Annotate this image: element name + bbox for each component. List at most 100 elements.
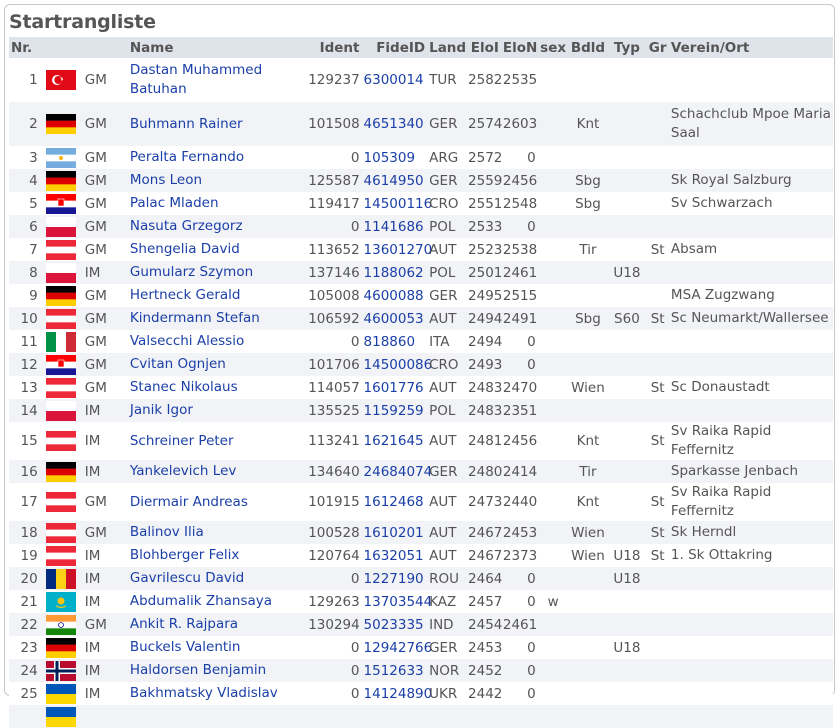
fide-id-link-text[interactable]: 1621645 bbox=[364, 433, 424, 449]
player-name-link[interactable]: Hertneck Gerald bbox=[127, 284, 307, 307]
fide-id-link-text[interactable]: 1601776 bbox=[364, 380, 424, 396]
fide-id-link[interactable]: 1632051 bbox=[361, 544, 428, 567]
fide-id-link-text[interactable]: 4614950 bbox=[364, 173, 424, 189]
player-name-link-text[interactable]: Kindermann Stefan bbox=[130, 310, 260, 326]
player-name-link[interactable]: Blohberger Felix bbox=[127, 544, 307, 567]
fide-id-link[interactable]: 14500116 bbox=[361, 192, 432, 215]
col-nr[interactable]: Nr. bbox=[9, 37, 40, 58]
player-name-link-text[interactable]: Gumularz Szymon bbox=[130, 264, 253, 280]
player-name-link[interactable]: Mons Leon bbox=[127, 169, 307, 192]
fide-id-link[interactable]: 12942766 bbox=[361, 636, 432, 659]
player-name-link-text[interactable]: Abdumalik Zhansaya bbox=[130, 593, 272, 609]
player-name-link[interactable]: Gavrilescu David bbox=[127, 567, 307, 590]
player-name-link[interactable]: Yankelevich Lev bbox=[127, 460, 307, 483]
fide-id-link[interactable]: 4651340 bbox=[361, 102, 428, 146]
player-name-link-text[interactable]: Peralta Fernando bbox=[130, 149, 244, 165]
fide-id-link[interactable]: 6300014 bbox=[361, 58, 428, 102]
fide-id-link-text[interactable]: 1227190 bbox=[364, 571, 424, 587]
player-name-link-text[interactable]: Buhmann Rainer bbox=[130, 116, 243, 132]
player-name-link[interactable] bbox=[127, 705, 307, 728]
player-name-link[interactable]: Balinov Ilia bbox=[127, 521, 307, 544]
fide-id-link[interactable]: 818860 bbox=[361, 330, 428, 353]
player-name-link[interactable]: Dastan Muhammed Batuhan bbox=[127, 58, 307, 102]
fide-id-link-text[interactable]: 13703544 bbox=[364, 594, 433, 610]
player-name-link[interactable]: Haldorsen Benjamin bbox=[127, 659, 307, 682]
fide-id-link[interactable]: 1141686 bbox=[361, 215, 428, 238]
fide-id-link[interactable]: 1610201 bbox=[361, 521, 428, 544]
player-name-link[interactable]: Cvitan Ognjen bbox=[127, 353, 307, 376]
player-name-link-text[interactable]: Buckels Valentin bbox=[130, 639, 241, 655]
col-gr[interactable]: Gr bbox=[646, 37, 669, 58]
fide-id-link[interactable]: 105309 bbox=[361, 146, 428, 169]
player-name-link-text[interactable]: Mons Leon bbox=[130, 172, 202, 188]
fide-id-link-text[interactable]: 1159259 bbox=[364, 403, 424, 419]
player-name-link[interactable]: Buckels Valentin bbox=[127, 636, 307, 659]
player-name-link[interactable]: Shengelia David bbox=[127, 238, 307, 261]
player-name-link-text[interactable]: Haldorsen Benjamin bbox=[130, 662, 266, 678]
fide-id-link[interactable]: 4600053 bbox=[361, 307, 428, 330]
player-name-link[interactable]: Gumularz Szymon bbox=[127, 261, 307, 284]
fide-id-link-text[interactable]: 4651340 bbox=[364, 116, 424, 132]
fide-id-link-text[interactable]: 1610201 bbox=[364, 525, 424, 541]
fide-id-link[interactable]: 4600088 bbox=[361, 284, 428, 307]
fide-id-link-text[interactable]: 13601270 bbox=[364, 242, 433, 258]
fide-id-link-text[interactable]: 24684074 bbox=[364, 464, 433, 480]
col-sex[interactable]: sex bbox=[537, 37, 569, 58]
player-name-link-text[interactable]: Balinov Ilia bbox=[130, 524, 204, 540]
player-name-link-text[interactable]: Cvitan Ognjen bbox=[130, 356, 226, 372]
fide-id-link-text[interactable]: 4600053 bbox=[364, 311, 424, 327]
player-name-link-text[interactable]: Bakhmatsky Vladislav bbox=[130, 685, 278, 701]
fide-id-link[interactable]: 1612468 bbox=[361, 483, 428, 521]
player-name-link-text[interactable]: Diermair Andreas bbox=[130, 494, 248, 510]
player-name-link[interactable]: Abdumalik Zhansaya bbox=[127, 590, 307, 613]
fide-id-link[interactable]: 13703544 bbox=[361, 590, 432, 613]
col-verein[interactable]: Verein/Ort bbox=[668, 37, 833, 58]
fide-id-link-text[interactable]: 1188062 bbox=[364, 265, 424, 281]
player-name-link-text[interactable]: Schreiner Peter bbox=[130, 433, 234, 449]
player-name-link[interactable]: Janik Igor bbox=[127, 399, 307, 422]
col-elon[interactable]: EloN bbox=[500, 37, 538, 58]
fide-id-link[interactable]: 4614950 bbox=[361, 169, 428, 192]
player-name-link[interactable]: Peralta Fernando bbox=[127, 146, 307, 169]
player-name-link[interactable]: Valsecchi Alessio bbox=[127, 330, 307, 353]
player-name-link[interactable]: Ankit R. Rajpara bbox=[127, 613, 307, 636]
fide-id-link[interactable]: 24684074 bbox=[361, 460, 432, 483]
fide-id-link[interactable]: 13601270 bbox=[361, 238, 432, 261]
fide-id-link[interactable]: 1188062 bbox=[361, 261, 428, 284]
player-name-link[interactable]: Palac Mladen bbox=[127, 192, 307, 215]
fide-id-link-text[interactable]: 6300014 bbox=[364, 72, 424, 88]
fide-id-link[interactable]: 1621645 bbox=[361, 422, 428, 460]
fide-id-link[interactable]: 1227190 bbox=[361, 567, 428, 590]
col-ident[interactable]: Ident bbox=[306, 37, 362, 58]
player-name-link-text[interactable]: Gavrilescu David bbox=[130, 570, 244, 586]
fide-id-link[interactable] bbox=[361, 705, 428, 728]
player-name-link-text[interactable]: Valsecchi Alessio bbox=[130, 333, 244, 349]
col-bdld[interactable]: Bdld bbox=[568, 37, 608, 58]
col-name[interactable]: Name bbox=[127, 37, 307, 58]
col-land[interactable]: Land bbox=[427, 37, 466, 58]
fide-id-link-text[interactable]: 14500086 bbox=[364, 357, 433, 373]
player-name-link-text[interactable]: Dastan Muhammed Batuhan bbox=[130, 62, 262, 97]
fide-id-link-text[interactable]: 105309 bbox=[364, 150, 416, 166]
player-name-link[interactable]: Schreiner Peter bbox=[127, 422, 307, 460]
player-name-link-text[interactable]: Shengelia David bbox=[130, 241, 240, 257]
fide-id-link[interactable]: 1601776 bbox=[361, 376, 428, 399]
player-name-link[interactable]: Stanec Nikolaus bbox=[127, 376, 307, 399]
fide-id-link-text[interactable]: 14500116 bbox=[364, 196, 433, 212]
player-name-link-text[interactable]: Blohberger Felix bbox=[130, 547, 240, 563]
fide-id-link-text[interactable]: 1141686 bbox=[364, 219, 424, 235]
fide-id-link-text[interactable]: 1632051 bbox=[364, 548, 424, 564]
fide-id-link-text[interactable]: 5023335 bbox=[364, 617, 424, 633]
player-name-link-text[interactable]: Nasuta Grzegorz bbox=[130, 218, 243, 234]
fide-id-link-text[interactable]: 1612468 bbox=[364, 494, 424, 510]
col-fideid[interactable]: FideID bbox=[361, 37, 428, 58]
col-elol[interactable]: EloI bbox=[466, 37, 501, 58]
fide-id-link[interactable]: 14124890 bbox=[361, 682, 432, 705]
player-name-link-text[interactable]: Ankit R. Rajpara bbox=[130, 616, 238, 632]
player-name-link[interactable]: Kindermann Stefan bbox=[127, 307, 307, 330]
player-name-link-text[interactable]: Stanec Nikolaus bbox=[130, 379, 238, 395]
fide-id-link[interactable]: 1159259 bbox=[361, 399, 428, 422]
fide-id-link[interactable]: 5023335 bbox=[361, 613, 428, 636]
fide-id-link-text[interactable]: 14124890 bbox=[364, 686, 433, 702]
fide-id-link-text[interactable]: 1512633 bbox=[364, 663, 424, 679]
